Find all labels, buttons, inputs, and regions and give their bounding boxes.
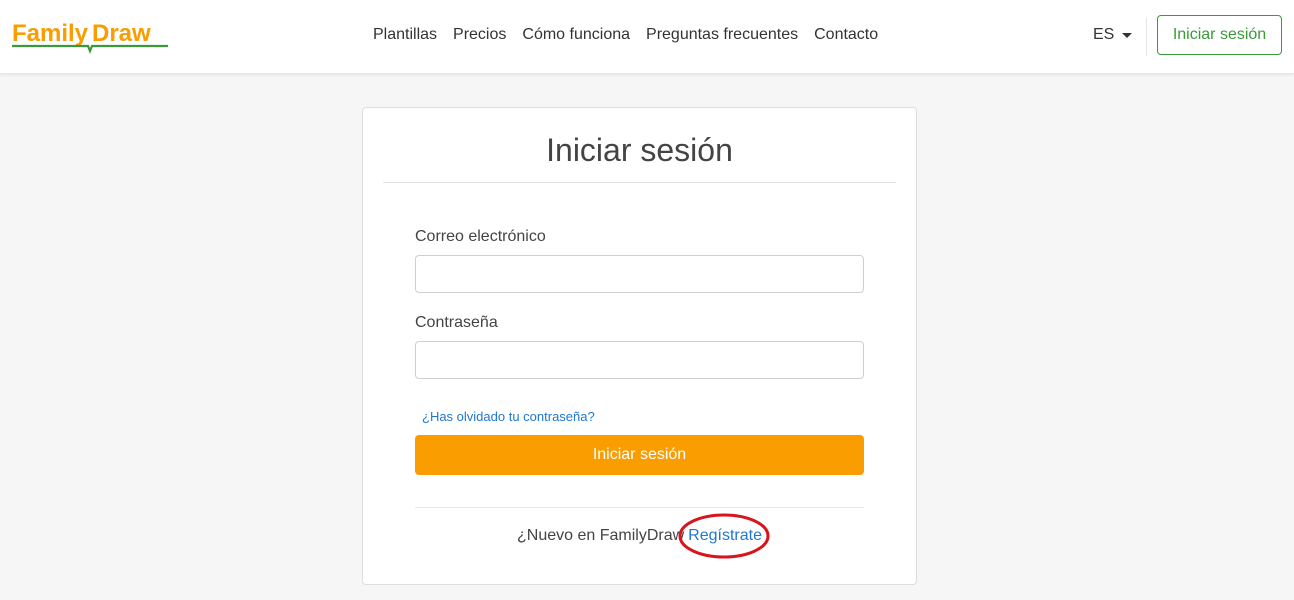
signup-prompt: ¿Nuevo en FamilyDraw [517, 527, 685, 544]
page-title: Iniciar sesión [546, 132, 733, 168]
nav-divider [1146, 18, 1147, 56]
familydraw-logo[interactable]: Family Draw [12, 14, 172, 54]
logo-pencil-underline [12, 44, 168, 54]
main-nav: Plantillas Precios Cómo funciona Pregunt… [365, 24, 886, 46]
signup-link-label: Regístrate [688, 527, 762, 544]
footer-divider [415, 507, 864, 508]
nav-link-precios[interactable]: Precios [445, 24, 514, 46]
password-field[interactable] [415, 341, 864, 379]
login-card: Iniciar sesión Correo electrónico Contra… [362, 107, 917, 585]
caret-down-icon [1122, 32, 1133, 38]
header-login-button[interactable]: Iniciar sesión [1157, 15, 1282, 55]
email-label: Correo electrónico [415, 228, 546, 245]
nav-link-como-funciona[interactable]: Cómo funciona [514, 24, 638, 46]
nav-link-plantillas[interactable]: Plantillas [365, 24, 445, 46]
signup-row: ¿Nuevo en FamilyDraw Regístrate [363, 513, 916, 559]
forgot-password-link[interactable]: ¿Has olvidado tu contraseña? [422, 408, 595, 426]
title-divider [383, 182, 896, 183]
nav-link-preguntas-frecuentes[interactable]: Preguntas frecuentes [638, 24, 806, 46]
logo-text-family: Family [12, 20, 89, 47]
password-label: Contraseña [415, 314, 498, 331]
nav-link-contacto[interactable]: Contacto [806, 24, 886, 46]
signup-link[interactable]: Regístrate [678, 513, 770, 559]
email-field[interactable] [415, 255, 864, 293]
language-selector[interactable]: ES [1093, 24, 1133, 46]
language-label: ES [1093, 26, 1115, 43]
top-navbar: Family Draw Plantillas Precios Cómo func… [0, 0, 1294, 74]
login-submit-button[interactable]: Iniciar sesión [415, 435, 864, 475]
logo-text-draw: Draw [92, 20, 151, 47]
